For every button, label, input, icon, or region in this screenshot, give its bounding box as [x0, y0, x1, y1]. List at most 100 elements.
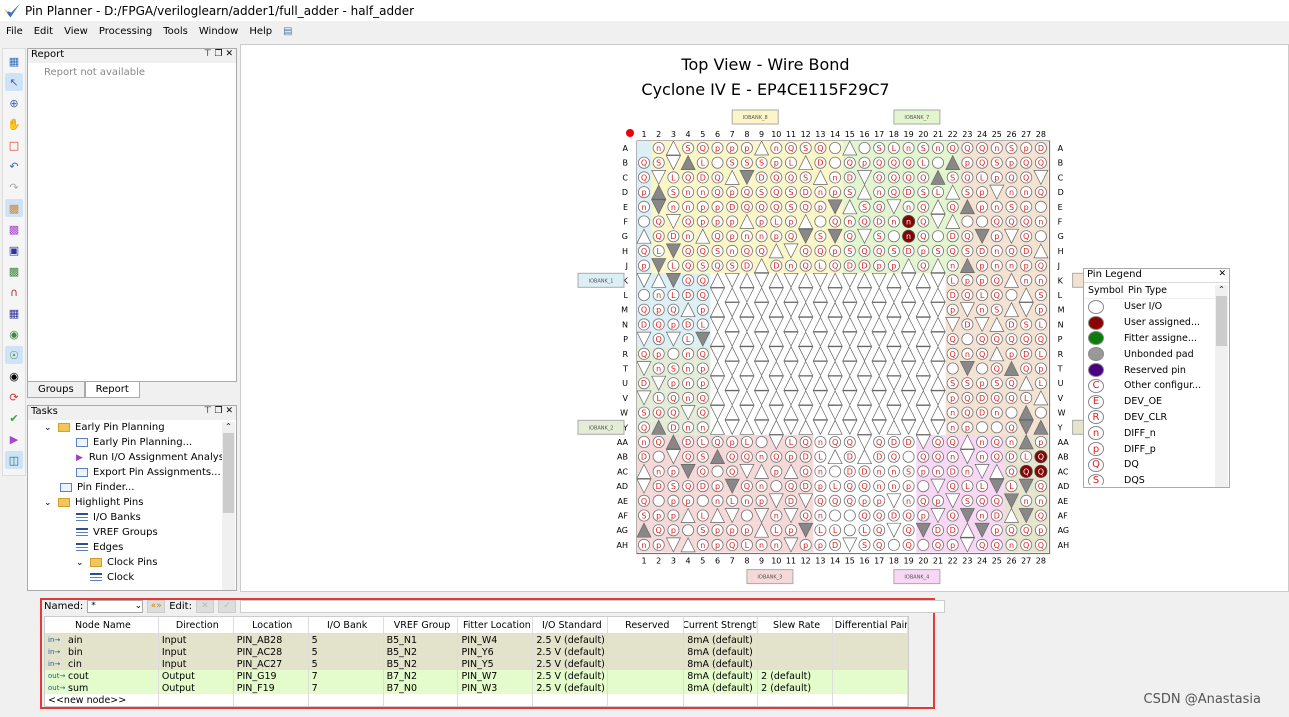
column-header[interactable]: Location: [234, 617, 309, 633]
check-icon[interactable]: ✔: [5, 409, 23, 427]
table-cell[interactable]: B5_N2: [384, 658, 459, 670]
column-header[interactable]: Node Name: [45, 617, 159, 633]
io-pin[interactable]: [829, 509, 842, 522]
io-pin[interactable]: [1005, 406, 1018, 419]
table-cell[interactable]: in→ bin: [45, 646, 159, 658]
show-info-icon[interactable]: ☉: [5, 346, 23, 364]
table-cell[interactable]: [758, 658, 834, 670]
io-pin[interactable]: [990, 421, 1003, 434]
close-icon[interactable]: ✕: [1218, 269, 1229, 282]
column-header[interactable]: I/O Bank: [309, 617, 384, 633]
task-item[interactable]: Early Pin Planning...: [28, 435, 236, 450]
show-p-pins-icon[interactable]: ▦: [5, 304, 23, 322]
table-cell[interactable]: Input: [159, 646, 234, 658]
table-cell[interactable]: 7: [309, 682, 384, 694]
new-node-row[interactable]: <<new node>>: [45, 694, 908, 706]
table-cell[interactable]: 5: [309, 658, 384, 670]
column-header[interactable]: Direction: [159, 617, 234, 633]
io-pin[interactable]: [902, 450, 915, 463]
menu-view[interactable]: View: [64, 26, 88, 37]
cancel-edit-button[interactable]: ✕: [195, 599, 214, 613]
table-cell[interactable]: 2.5 V (default): [533, 634, 609, 646]
io-pin[interactable]: [829, 142, 842, 155]
menu-window[interactable]: Window: [199, 26, 238, 37]
panel-controls[interactable]: ⊤ ❐ ✕: [204, 406, 236, 420]
named-filter-combo[interactable]: * ⌄: [87, 599, 144, 613]
task-item[interactable]: Clock: [28, 570, 236, 585]
edit-input[interactable]: [239, 599, 945, 613]
table-cell[interactable]: 2 (default): [758, 682, 834, 694]
menu-edit[interactable]: Edit: [34, 26, 53, 37]
io-pin[interactable]: [637, 215, 650, 228]
task-item[interactable]: I/O Banks: [28, 510, 236, 525]
report-window-icon[interactable]: ▦: [5, 52, 23, 70]
refresh-icon[interactable]: ⟳: [5, 388, 23, 406]
table-row[interactable]: in→ ain Input PIN_AB28 5 B5_N1 PIN_W4 2.5 V (de…: [45, 634, 908, 646]
table-cell[interactable]: 2.5 V (default): [533, 670, 609, 682]
io-pin[interactable]: [637, 288, 650, 301]
pin-migration-icon[interactable]: ◫: [5, 451, 23, 469]
task-item[interactable]: Export Pin Assignments...: [28, 465, 236, 480]
new-node-cell[interactable]: <<new node>>: [45, 694, 159, 706]
menu-help[interactable]: Help: [249, 26, 272, 37]
io-pin[interactable]: [682, 524, 695, 537]
table-cell[interactable]: B7_N0: [384, 682, 459, 694]
io-pin[interactable]: [976, 215, 989, 228]
io-analysis-icon[interactable]: ▶: [5, 430, 23, 448]
table-cell[interactable]: Input: [159, 658, 234, 670]
table-cell[interactable]: PIN_W3: [458, 682, 534, 694]
table-row[interactable]: in→ bin Input PIN_AC28 5 B5_N2 PIN_Y6 2.5 V (de…: [45, 646, 908, 658]
io-pin[interactable]: [1034, 406, 1047, 419]
column-header[interactable]: Current Strength: [684, 617, 759, 633]
tab-groups[interactable]: Groups: [27, 382, 85, 398]
table-cell[interactable]: PIN_Y5: [458, 658, 534, 670]
io-pin[interactable]: [887, 230, 900, 243]
io-pin[interactable]: [1034, 200, 1047, 213]
column-header[interactable]: VREF Group: [384, 617, 459, 633]
show-pins-icon[interactable]: ▩: [5, 199, 23, 217]
task-item[interactable]: ▶ Run I/O Assignment Analysis: [28, 450, 236, 465]
table-cell[interactable]: in→ ain: [45, 634, 159, 646]
io-pin[interactable]: [887, 538, 900, 551]
table-cell[interactable]: Output: [159, 670, 234, 682]
redo-icon[interactable]: ↷: [5, 178, 23, 196]
table-cell[interactable]: 2.5 V (default): [533, 658, 609, 670]
table-cell[interactable]: PIN_AC27: [234, 658, 309, 670]
io-pin[interactable]: [843, 524, 856, 537]
io-pin[interactable]: [652, 450, 665, 463]
table-cell[interactable]: [833, 682, 908, 694]
table-cell[interactable]: B5_N1: [384, 634, 459, 646]
table-cell[interactable]: PIN_W4: [458, 634, 534, 646]
table-cell[interactable]: PIN_G19: [234, 670, 309, 682]
io-pin[interactable]: [652, 494, 665, 507]
task-item[interactable]: ⌄ Early Pin Planning: [28, 420, 236, 435]
table-row[interactable]: out→ sum Output PIN_F19 7 B7_N0 PIN_W3 2.5 V (d…: [45, 682, 908, 694]
io-pin[interactable]: [667, 347, 680, 360]
task-item[interactable]: Edges: [28, 540, 236, 555]
table-cell[interactable]: B5_N2: [384, 646, 459, 658]
select-pointer-icon[interactable]: ↖: [5, 73, 23, 91]
fit-window-icon[interactable]: □: [5, 136, 23, 154]
table-cell[interactable]: [608, 658, 685, 670]
panel-controls[interactable]: ⊤ ❐ ✕: [204, 49, 236, 63]
legend-scrollbar[interactable]: ⌃: [1215, 285, 1228, 487]
show-vref-icon[interactable]: ▩: [5, 262, 23, 280]
table-cell[interactable]: [833, 658, 908, 670]
column-header[interactable]: Reserved: [608, 617, 685, 633]
table-cell[interactable]: out→ sum: [45, 682, 159, 694]
table-cell[interactable]: 5: [309, 634, 384, 646]
menu-processing[interactable]: Processing: [99, 26, 152, 37]
table-cell[interactable]: [608, 646, 685, 658]
menu-tools[interactable]: Tools: [163, 26, 188, 37]
io-pin[interactable]: [696, 494, 709, 507]
table-cell[interactable]: Output: [159, 682, 234, 694]
table-cell[interactable]: 8mA (default): [684, 634, 759, 646]
io-pin[interactable]: [858, 142, 871, 155]
io-pin[interactable]: [814, 215, 827, 228]
table-cell[interactable]: PIN_Y6: [458, 646, 534, 658]
table-cell[interactable]: 5: [309, 646, 384, 658]
io-pin[interactable]: [770, 480, 783, 493]
io-pin[interactable]: [1034, 230, 1047, 243]
table-cell[interactable]: 2.5 V (default): [533, 682, 609, 694]
table-cell[interactable]: [608, 670, 685, 682]
